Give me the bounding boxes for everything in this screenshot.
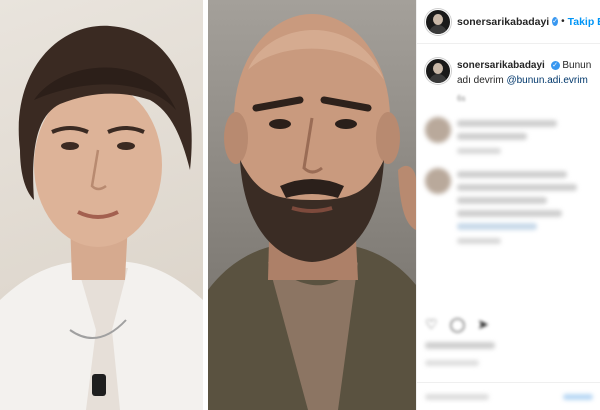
comment-body xyxy=(451,117,594,154)
follow-button[interactable]: Takip Et xyxy=(568,16,600,28)
separator-dot: • xyxy=(561,16,565,27)
comment-meta[interactable] xyxy=(457,238,501,244)
comment-avatar[interactable] xyxy=(425,168,451,194)
caption-verified-badge-icon: ✓ xyxy=(550,60,560,70)
add-comment-bar xyxy=(417,382,600,410)
comment-avatar[interactable] xyxy=(425,117,451,143)
avatar[interactable] xyxy=(425,8,451,35)
post-date xyxy=(425,360,479,366)
post-username[interactable]: sonersarikabadayi xyxy=(457,16,549,28)
heart-icon[interactable]: ♡ xyxy=(425,316,438,333)
comment-text-line xyxy=(457,210,562,217)
caption-username[interactable]: sonersarikabadayi xyxy=(457,60,545,71)
comment-icon[interactable]: ◯ xyxy=(450,316,466,333)
comment-meta[interactable] xyxy=(457,148,501,154)
post-header: sonersarikabadayi ✓ • Takip Et xyxy=(417,0,600,44)
caption-avatar[interactable] xyxy=(425,58,451,84)
post-comment-button[interactable] xyxy=(563,394,593,400)
caption-text-block: sonersarikabadayi ✓ Bunun adı devrim @bu… xyxy=(457,58,594,88)
comment-text-line xyxy=(457,197,547,204)
comment-item xyxy=(417,103,600,154)
post-caption: sonersarikabadayi ✓ Bunun adı devrim @bu… xyxy=(417,44,600,88)
post-photo-after xyxy=(208,0,416,410)
post-photo-before xyxy=(0,0,203,410)
caption-timestamp: 6s xyxy=(457,94,466,103)
post-actions: ♡ ◯ ➤ xyxy=(425,316,489,333)
comment-item xyxy=(417,154,600,244)
caption-mention-link[interactable]: @bunun.adi.evrim xyxy=(506,75,587,86)
comment-input[interactable] xyxy=(425,394,489,400)
comment-text-line xyxy=(457,133,527,140)
comment-link-line[interactable] xyxy=(457,223,537,230)
post-image xyxy=(0,0,416,410)
comment-text-line xyxy=(457,120,557,127)
comment-text-line xyxy=(457,171,567,178)
verified-badge-icon: ✓ xyxy=(552,17,559,26)
comment-body xyxy=(451,168,594,244)
post-sidebar: sonersarikabadayi ✓ • Takip Et sonersari… xyxy=(416,0,600,410)
likes-count[interactable] xyxy=(425,342,495,349)
comment-text-line xyxy=(457,184,577,191)
share-icon[interactable]: ➤ xyxy=(477,316,489,333)
